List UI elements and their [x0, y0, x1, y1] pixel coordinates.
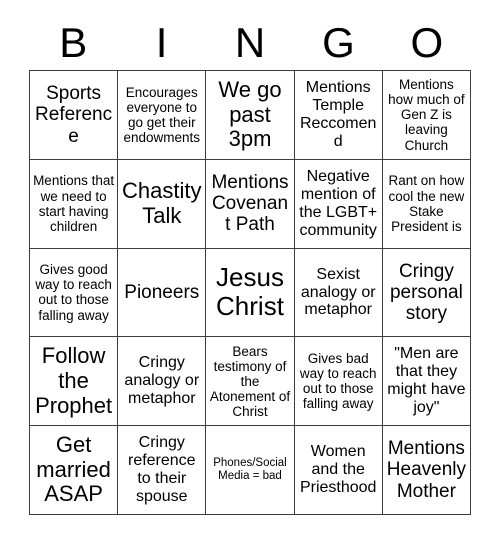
bingo-cell-label: Phones/Social Media = bad [213, 457, 287, 483]
bingo-cell-label: Sexist analogy or metaphor [300, 265, 376, 319]
bingo-grid: Sports Reference Encourages everyone to … [29, 70, 471, 515]
bingo-cell-label: Cringy personal story [389, 260, 463, 325]
bingo-cell-label: Rant on how cool the new Stake President… [388, 173, 465, 234]
bingo-cell[interactable]: Pioneers [118, 248, 207, 338]
bingo-cell-label: Follow the Prophet [35, 343, 113, 418]
bingo-cell[interactable]: "Men are that they might have joy" [382, 337, 471, 427]
bingo-cell-label: Get married ASAP [36, 432, 111, 507]
bingo-cell[interactable]: Negative mention of the LGBT+ community [294, 159, 383, 249]
bingo-cell-label: Encourages everyone to go get their endo… [123, 84, 201, 145]
bingo-cell-label: Mentions how much of Gen Z is leaving Ch… [388, 77, 465, 153]
bingo-cell[interactable]: Phones/Social Media = bad [206, 426, 295, 515]
bingo-cell[interactable]: We go past 3pm [206, 71, 295, 160]
bingo-cell[interactable]: Gives good way to reach out to those fal… [30, 248, 119, 338]
bingo-cell-label: Negative mention of the LGBT+ community [299, 167, 378, 239]
bingo-cell-label: Gives bad way to reach out to those fall… [299, 351, 377, 412]
bingo-cell-label: Gives good way to reach out to those fal… [35, 262, 112, 323]
bingo-cell-label: Jesus Christ [216, 262, 284, 322]
bingo-cell[interactable]: Sexist analogy or metaphor [294, 248, 383, 338]
bingo-cell-label: Sports Reference [35, 83, 113, 147]
header-letter-b: B [59, 19, 88, 66]
bingo-cell-label: Mentions Heavenly Mother [386, 438, 466, 502]
bingo-cell-center[interactable]: Jesus Christ [206, 248, 295, 338]
bingo-cell[interactable]: Chastity Talk [118, 159, 207, 249]
bingo-cell[interactable]: Cringy reference to their spouse [118, 426, 207, 515]
header-letter-n: N [234, 19, 266, 66]
bingo-cell-label: Cringy reference to their spouse [127, 434, 196, 505]
bingo-card: B I N G O Sports Reference Encourages ev… [0, 0, 500, 544]
bingo-cell-label: Bears testimony of the Atonement of Chri… [209, 343, 291, 419]
bingo-cell-label: Women and the Priesthood [299, 443, 377, 497]
bingo-cell[interactable]: Mentions Temple Reccomend [294, 71, 383, 160]
bingo-cell[interactable]: Mentions Covenant Path [206, 159, 295, 249]
bingo-cell[interactable]: Rant on how cool the new Stake President… [382, 159, 471, 249]
bingo-cell-label: Mentions Temple Reccomend [299, 79, 377, 150]
bingo-cell-label: Mentions that we need to start having ch… [33, 173, 115, 234]
bingo-cell-label: Cringy analogy or metaphor [124, 354, 200, 408]
header-letter-g: G [322, 19, 355, 66]
bingo-cell[interactable]: Mentions that we need to start having ch… [30, 159, 119, 249]
bingo-cell[interactable]: Mentions Heavenly Mother [382, 426, 471, 515]
bingo-cell[interactable]: Follow the Prophet [30, 337, 119, 427]
bingo-header: B I N G O [29, 16, 471, 70]
bingo-cell[interactable]: Encourages everyone to go get their endo… [118, 71, 207, 160]
bingo-cell[interactable]: Cringy personal story [382, 248, 471, 338]
bingo-cell-label: Pioneers [124, 281, 200, 303]
bingo-cell-label: Chastity Talk [122, 178, 202, 228]
bingo-cell-label: We go past 3pm [218, 76, 282, 152]
bingo-cell[interactable]: Bears testimony of the Atonement of Chri… [206, 337, 295, 427]
bingo-cell-label: Mentions Covenant Path [211, 171, 289, 236]
header-letter-o: O [410, 19, 444, 66]
bingo-cell[interactable]: Get married ASAP [30, 426, 119, 515]
bingo-cell[interactable]: Mentions how much of Gen Z is leaving Ch… [382, 71, 471, 160]
header-letter-i: I [155, 19, 168, 66]
bingo-cell[interactable]: Gives bad way to reach out to those fall… [294, 337, 383, 427]
bingo-cell[interactable]: Cringy analogy or metaphor [118, 337, 207, 427]
bingo-cell-label: "Men are that they might have joy" [387, 345, 466, 417]
bingo-cell[interactable]: Women and the Priesthood [294, 426, 383, 515]
bingo-cell[interactable]: Sports Reference [30, 71, 119, 160]
